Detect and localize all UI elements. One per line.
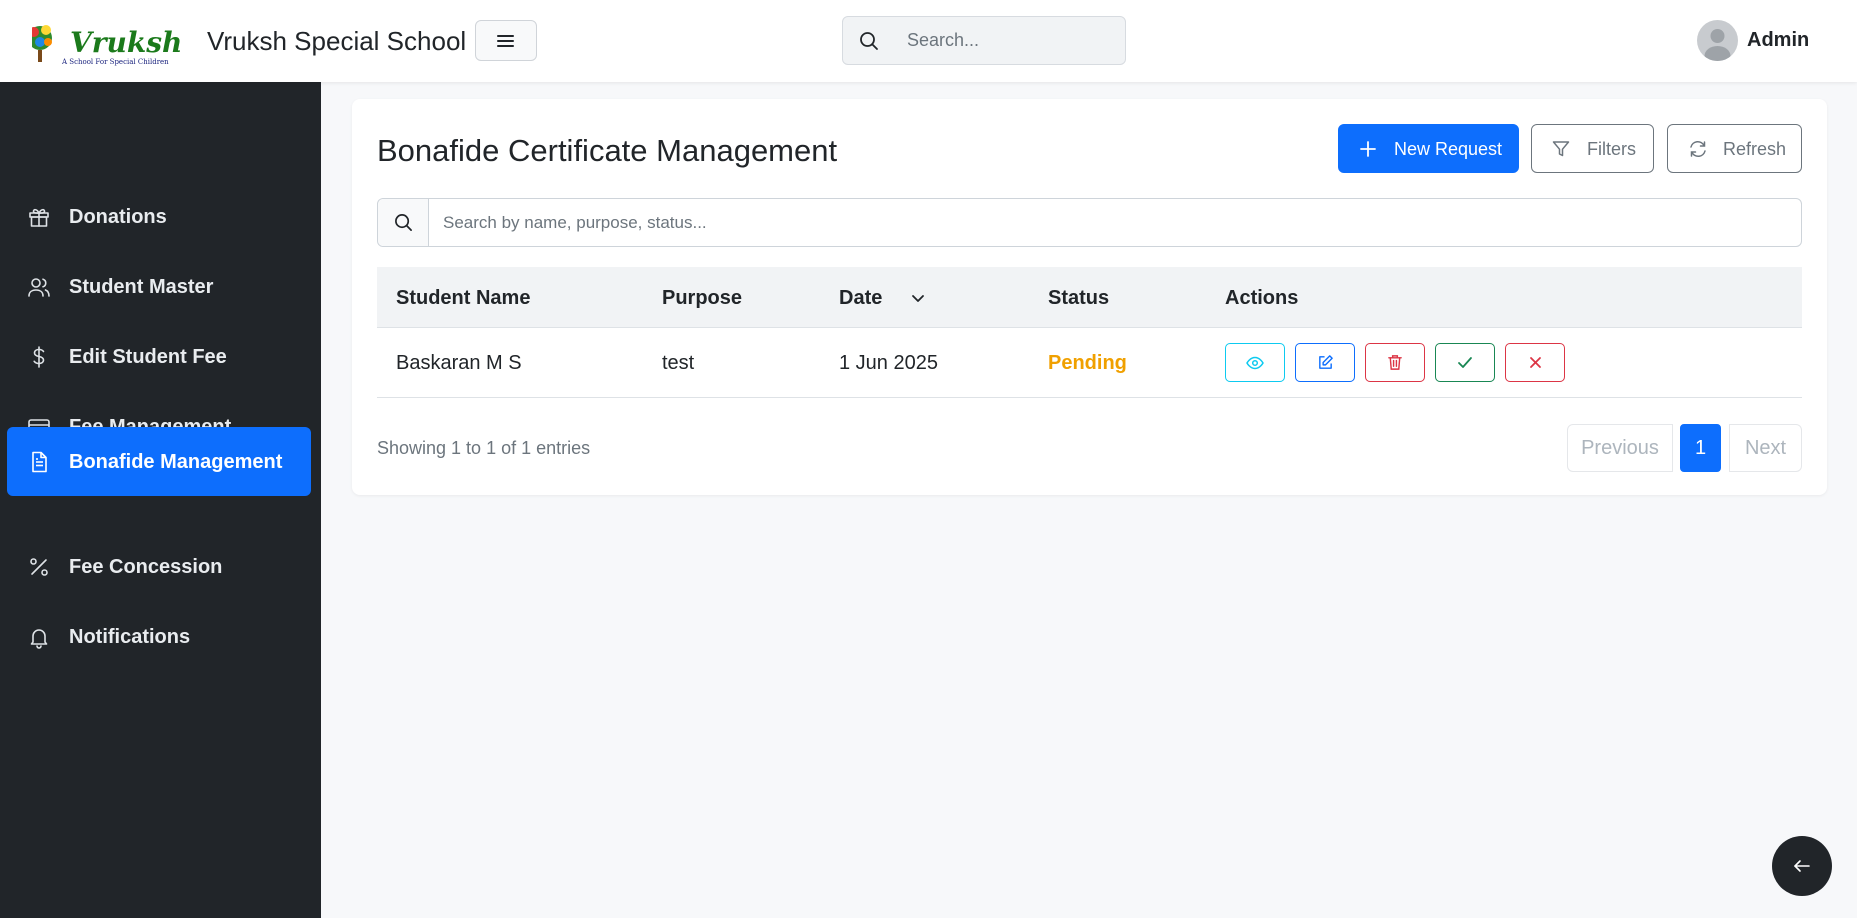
sidebar-item-fee-concession[interactable]: Fee Concession xyxy=(7,532,311,601)
edit-icon xyxy=(1318,355,1333,369)
sidebar: Donations Student Master Edit Student Fe… xyxy=(0,82,321,918)
dollar-icon xyxy=(33,346,45,368)
plus-icon xyxy=(1360,141,1376,157)
cell-student-name: Baskaran M S xyxy=(396,352,522,374)
table-search-input[interactable] xyxy=(443,199,1783,246)
sidebar-item-notifications[interactable]: Notifications xyxy=(7,602,311,671)
global-search-input[interactable] xyxy=(907,17,1117,64)
menu-toggle-button[interactable] xyxy=(475,20,537,61)
sidebar-item-student-master[interactable]: Student Master xyxy=(7,252,311,321)
new-request-button[interactable]: New Request xyxy=(1338,124,1519,173)
refresh-icon xyxy=(1690,141,1706,157)
column-status[interactable]: Status xyxy=(1048,287,1109,310)
view-button[interactable] xyxy=(1225,343,1285,382)
sidebar-item-donations[interactable]: Donations xyxy=(7,182,311,251)
pagination-next[interactable]: Next xyxy=(1729,424,1802,472)
filters-button[interactable]: Filters xyxy=(1531,124,1654,173)
sidebar-item-label: Bonafide Management xyxy=(69,451,283,473)
sidebar-item-label: Notifications xyxy=(69,626,191,648)
sidebar-item-edit-student-fee[interactable]: Edit Student Fee xyxy=(7,322,311,391)
column-student-name[interactable]: Student Name xyxy=(396,287,530,310)
global-search xyxy=(842,16,1126,65)
avatar[interactable] xyxy=(1697,20,1738,61)
users-icon xyxy=(28,278,50,297)
edit-button[interactable] xyxy=(1295,343,1355,382)
arrow-left-icon xyxy=(1794,860,1810,872)
user-avatar-icon xyxy=(1704,29,1731,61)
table-header: Student Name Purpose Date Status Actions xyxy=(377,267,1802,328)
top-bar: Vruksh A School For Special Children Vru… xyxy=(0,0,1857,82)
column-purpose[interactable]: Purpose xyxy=(662,287,742,310)
entries-info: Showing 1 to 1 of 1 entries xyxy=(377,438,591,458)
filters-label: Filters xyxy=(1587,139,1636,159)
approve-button[interactable] xyxy=(1435,343,1495,382)
sidebar-item-label: Student Master xyxy=(69,276,214,298)
column-actions: Actions xyxy=(1225,287,1299,309)
new-request-label: New Request xyxy=(1394,139,1503,159)
cell-date: 1 Jun 2025 xyxy=(839,352,938,374)
column-date[interactable]: Date xyxy=(839,287,882,310)
pagination-page-1[interactable]: 1 xyxy=(1680,424,1721,472)
page-title: Bonafide Certificate Management xyxy=(377,133,838,168)
sidebar-item-label: Fee Concession xyxy=(69,556,223,578)
search-icon xyxy=(395,214,412,231)
user-name[interactable]: Admin xyxy=(1747,29,1809,52)
school-logo[interactable]: Vruksh A School For Special Children xyxy=(32,16,192,66)
svg-text:A School For Special Children: A School For Special Children xyxy=(61,58,169,66)
eye-icon xyxy=(1246,356,1264,369)
bell-icon xyxy=(30,629,48,649)
bonafide-card: Bonafide Certificate Management New Requ… xyxy=(352,99,1827,495)
pagination-previous[interactable]: Previous xyxy=(1567,424,1673,472)
trash-icon xyxy=(1388,355,1402,370)
table-search-addon xyxy=(378,199,429,246)
close-icon xyxy=(1529,357,1541,368)
cell-purpose: test xyxy=(662,352,695,374)
refresh-label: Refresh xyxy=(1723,139,1787,159)
sidebar-item-label: Donations xyxy=(69,206,167,228)
gift-icon xyxy=(29,208,49,227)
status-badge: Pending xyxy=(1048,352,1127,374)
hamburger-icon xyxy=(497,34,514,47)
svg-text:Vruksh: Vruksh xyxy=(70,26,182,59)
check-icon xyxy=(1458,357,1472,368)
delete-button[interactable] xyxy=(1365,343,1425,382)
table-search xyxy=(377,198,1802,247)
sidebar-item-label: Edit Student Fee xyxy=(69,346,227,368)
back-button[interactable] xyxy=(1772,836,1832,896)
document-icon xyxy=(32,451,47,473)
brand-name: Vruksh Special School xyxy=(207,26,467,56)
chevron-down-icon[interactable] xyxy=(911,294,925,303)
reject-button[interactable] xyxy=(1505,343,1565,382)
percent-icon xyxy=(30,558,48,576)
refresh-button[interactable]: Refresh xyxy=(1667,124,1802,173)
search-icon xyxy=(860,32,878,50)
filter-icon xyxy=(1552,141,1570,157)
table-row: Baskaran M S test 1 Jun 2025 Pending xyxy=(377,328,1802,398)
sidebar-item-bonafide-management-active[interactable]: Bonafide Management xyxy=(7,427,311,496)
